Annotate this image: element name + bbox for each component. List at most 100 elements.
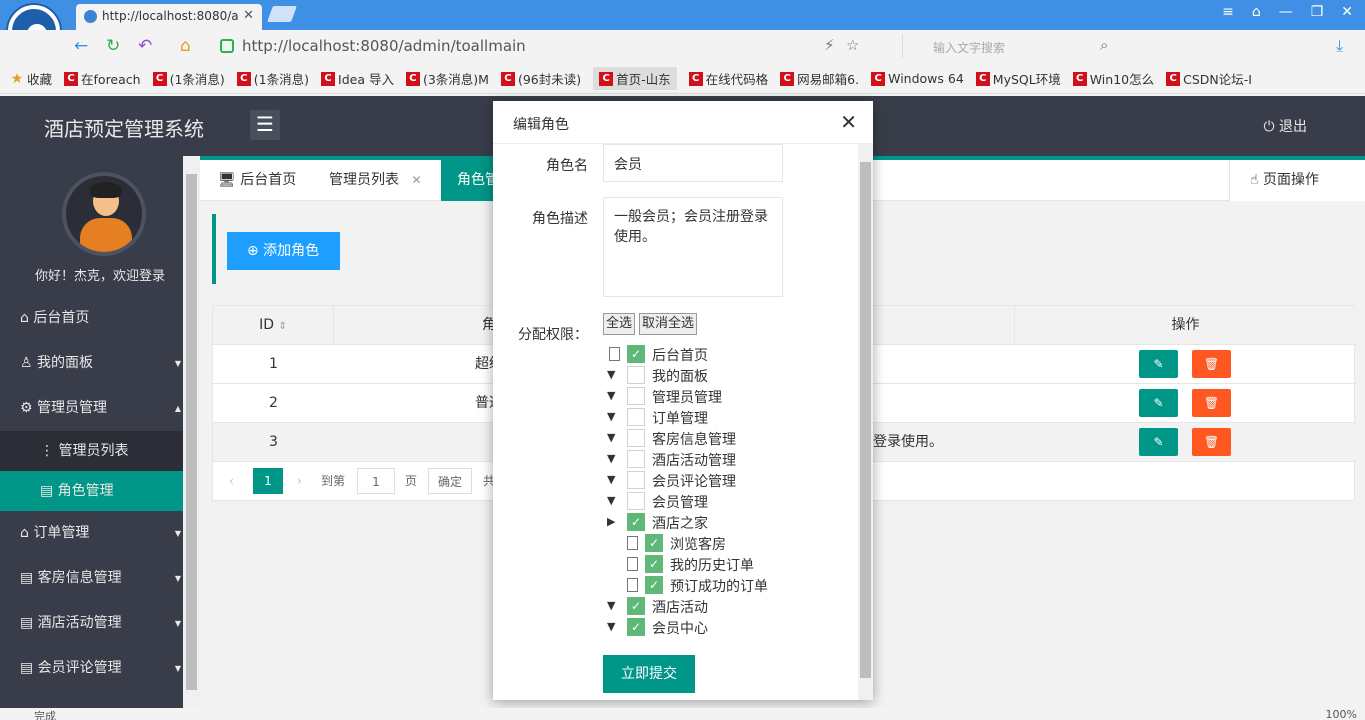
bookmark-item[interactable]: C (1条消息) xyxy=(236,69,309,88)
page-number-input[interactable]: 1 xyxy=(357,468,395,494)
permission-checkbox[interactable]: ✓ xyxy=(627,618,645,636)
back-icon[interactable]: ← xyxy=(74,36,88,56)
permission-checkbox[interactable] xyxy=(627,450,645,468)
bookmark-item[interactable]: C 首页-山东 xyxy=(593,67,677,90)
sidebar-item-admin-list[interactable]: ⋮ 管理员列表 xyxy=(0,431,183,471)
caret-down-icon[interactable]: ▼ xyxy=(607,410,615,423)
bookmark-item[interactable]: ★ 收藏 xyxy=(10,69,52,88)
sidebar-item-rooms[interactable]: ▤ 客房信息管理 ▼ xyxy=(0,556,183,601)
add-role-button[interactable]: ⊕ 添加角色 xyxy=(227,232,340,270)
deselect-all-button[interactable]: 取消全选 xyxy=(639,313,698,335)
bookmark-item[interactable]: C Win10怎么 xyxy=(1072,69,1154,88)
sidebar-item-home[interactable]: ⌂ 后台首页 xyxy=(0,296,183,341)
caret-down-icon[interactable]: ▼ xyxy=(607,431,615,444)
bookmark-item[interactable]: C Windows 64 xyxy=(871,71,964,86)
star-icon[interactable]: ☆ xyxy=(846,36,859,54)
sidebar-item-role-manage[interactable]: ▤ 角色管理 xyxy=(0,471,183,511)
sidebar-scrollbar[interactable] xyxy=(183,156,200,708)
column-header-id[interactable]: ID ⇕ xyxy=(213,306,334,345)
tab-admin-list[interactable]: 管理员列表 ✕ xyxy=(313,160,438,201)
permission-checkbox[interactable]: ✓ xyxy=(645,555,663,573)
caret-down-icon[interactable]: ▼ xyxy=(607,494,615,507)
caret-down-icon[interactable]: ▼ xyxy=(607,452,615,465)
caret-down-icon[interactable]: ▼ xyxy=(607,599,615,612)
bookmark-item[interactable]: C 网易邮箱6. xyxy=(780,69,859,88)
restore-icon[interactable]: ❐ xyxy=(1311,4,1324,20)
permission-label[interactable]: 酒店之家 xyxy=(652,513,708,533)
permission-checkbox[interactable]: ✓ xyxy=(627,513,645,531)
permission-checkbox[interactable] xyxy=(627,366,645,384)
permission-label[interactable]: 我的面板 xyxy=(652,366,708,386)
role-name-input[interactable]: 会员 xyxy=(603,144,783,182)
delete-button[interactable]: 🗑 xyxy=(1192,428,1231,456)
page-operations-button[interactable]: ☝ 页面操作 xyxy=(1229,160,1365,201)
lightning-icon[interactable]: ⚡ xyxy=(824,36,835,54)
select-all-button[interactable]: 全选 xyxy=(603,313,636,335)
permission-label[interactable]: 酒店活动管理 xyxy=(652,450,736,470)
zoom-level[interactable]: 100% xyxy=(1326,708,1357,720)
skin-icon[interactable]: ⌂ xyxy=(1252,4,1261,20)
undo-icon[interactable]: ↶ xyxy=(138,36,152,56)
menu-icon[interactable]: ≡ xyxy=(1222,4,1234,20)
close-icon[interactable]: ✕ xyxy=(840,110,857,134)
prev-page-icon[interactable]: ‹ xyxy=(229,468,234,494)
caret-right-icon[interactable]: ▶ xyxy=(607,515,615,528)
edit-button[interactable]: ✎ xyxy=(1139,350,1178,378)
permission-checkbox[interactable] xyxy=(627,492,645,510)
bookmark-item[interactable]: C 在线代码格 xyxy=(688,69,768,88)
permission-label[interactable]: 我的历史订单 xyxy=(670,555,754,575)
permission-checkbox[interactable]: ✓ xyxy=(645,534,663,552)
sidebar-item-my-panel[interactable]: ♙ 我的面板 ▼ xyxy=(0,341,183,386)
permission-checkbox[interactable]: ✓ xyxy=(645,576,663,594)
permission-label[interactable]: 酒店活动 xyxy=(652,597,708,617)
close-window-icon[interactable]: ✕ xyxy=(1341,4,1353,20)
sidebar-item-comments[interactable]: ▤ 会员评论管理 ▼ xyxy=(0,646,183,691)
permission-label[interactable]: 预订成功的订单 xyxy=(670,576,768,596)
search-input[interactable]: 输入文字搜索 xyxy=(902,34,1118,58)
delete-button[interactable]: 🗑 xyxy=(1192,350,1231,378)
page-1-button[interactable]: 1 xyxy=(253,468,283,494)
permission-checkbox[interactable] xyxy=(627,429,645,447)
permission-label[interactable]: 会员中心 xyxy=(652,618,708,638)
new-tab-button[interactable] xyxy=(267,6,297,22)
permission-label[interactable]: 订单管理 xyxy=(652,408,708,428)
submit-button[interactable]: 立即提交 xyxy=(603,655,695,693)
hamburger-menu-icon[interactable]: ☰ xyxy=(250,110,280,140)
bookmark-item[interactable]: C (3条消息)M xyxy=(405,69,489,88)
caret-down-icon[interactable]: ▼ xyxy=(607,368,615,381)
search-icon[interactable]: ⌕ xyxy=(1100,36,1108,54)
sidebar-item-activities[interactable]: ▤ 酒店活动管理 ▼ xyxy=(0,601,183,646)
permission-checkbox[interactable] xyxy=(627,471,645,489)
close-icon[interactable]: ✕ xyxy=(411,173,421,187)
bookmark-item[interactable]: C CSDN论坛-I xyxy=(1166,69,1252,88)
logout-link[interactable]: ⏻ 退出 xyxy=(1263,116,1307,136)
confirm-page-button[interactable]: 确定 xyxy=(428,468,472,494)
bookmark-item[interactable]: C MySQL环境 xyxy=(975,69,1061,88)
permission-label[interactable]: 会员管理 xyxy=(652,492,708,512)
delete-button[interactable]: 🗑 xyxy=(1192,389,1231,417)
minimize-icon[interactable]: — xyxy=(1279,4,1293,20)
permission-checkbox[interactable] xyxy=(627,387,645,405)
bookmark-item[interactable]: C Idea 导入 xyxy=(321,69,394,88)
home-icon[interactable]: ⌂ xyxy=(180,36,191,56)
bookmark-item[interactable]: C (1条消息) xyxy=(152,69,225,88)
download-icon[interactable]: ⤓ xyxy=(1336,36,1343,56)
url-field[interactable]: http://localhost:8080/admin/toallmain xyxy=(212,34,892,58)
refresh-icon[interactable]: ↻ xyxy=(106,36,120,56)
permission-checkbox[interactable]: ✓ xyxy=(627,597,645,615)
caret-down-icon[interactable]: ▼ xyxy=(607,620,615,633)
permission-label[interactable]: 客房信息管理 xyxy=(652,429,736,449)
permission-label[interactable]: 管理员管理 xyxy=(652,387,722,407)
bookmark-item[interactable]: C (96封未读) xyxy=(500,69,581,88)
permission-label[interactable]: 后台首页 xyxy=(652,345,708,365)
role-desc-textarea[interactable]: 一般会员；会员注册登录使用。 xyxy=(603,197,783,297)
permission-label[interactable]: 浏览客房 xyxy=(670,534,726,554)
bookmark-item[interactable]: C 在foreach xyxy=(64,69,141,88)
caret-down-icon[interactable]: ▼ xyxy=(607,389,615,402)
edit-button[interactable]: ✎ xyxy=(1139,428,1178,456)
permission-checkbox[interactable] xyxy=(627,408,645,426)
sidebar-item-orders[interactable]: ⌂ 订单管理 ▼ xyxy=(0,511,183,556)
modal-scrollbar[interactable] xyxy=(858,144,873,700)
browser-tab[interactable]: http://localhost:8080/a ✕ xyxy=(76,4,262,30)
next-page-icon[interactable]: › xyxy=(297,468,302,494)
